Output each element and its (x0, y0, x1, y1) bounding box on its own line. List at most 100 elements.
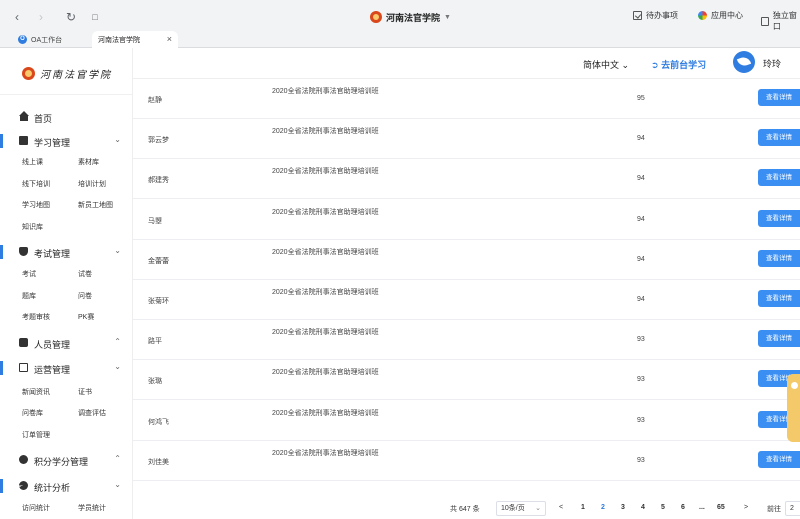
table-row: 金蕾蕾 2020全省法院刑事法官助理培训班 94 查看详情 (133, 240, 800, 280)
page-size-select[interactable]: 10条/页 ⌄ (496, 501, 546, 516)
student-name: 何鸿飞 (148, 418, 169, 426)
page-number[interactable]: 5 (661, 504, 665, 511)
page-number[interactable]: 4 (641, 504, 645, 511)
tab-label: 河南法官学院 (98, 36, 140, 44)
view-details-button[interactable]: 查看详情 (758, 169, 800, 187)
prev-page-button[interactable]: < (559, 504, 563, 511)
table-row: 路平 2020全省法院刑事法官助理培训班 93 查看详情 (133, 320, 800, 361)
score: 94 (637, 175, 645, 183)
page-number[interactable]: 6 (681, 504, 685, 511)
chevron-up-icon: ⌃ (114, 454, 121, 463)
class-name: 2020全省法院刑事法官助理培训班 (272, 449, 379, 457)
sidebar-group-exam[interactable]: 考试管理 ⌄ (0, 243, 133, 261)
site-title[interactable]: 河南法官学院 ▼ (370, 9, 451, 25)
view-details-button[interactable]: 查看详情 (758, 330, 800, 348)
next-page-button[interactable]: > (744, 504, 748, 511)
sidebar-group-label: 考试管理 (34, 249, 71, 259)
student-name: 赵静 (148, 97, 162, 104)
page-number[interactable]: 65 (717, 504, 725, 511)
sidebar-item-student-stats[interactable]: 学员统计 (78, 503, 106, 513)
class-name: 2020全省法院刑事法官助理培训班 (272, 168, 379, 176)
todo-button[interactable]: 待办事项 (633, 10, 678, 21)
active-indicator (0, 479, 3, 493)
sidebar-item-learning-map[interactable]: 学习地图 (22, 200, 50, 210)
sidebar-item-training-plan[interactable]: 培训计划 (78, 179, 106, 189)
chevron-down-icon: ⌄ (535, 505, 541, 512)
tab-label: OA工作台 (31, 36, 63, 44)
view-details-button[interactable]: 查看详情 (758, 290, 800, 307)
sidebar-item-news[interactable]: 新闻资讯 (22, 387, 50, 397)
chevron-up-icon: ⌃ (114, 337, 121, 346)
floating-service-tab[interactable] (787, 374, 800, 442)
chevron-down-icon: ⌄ (621, 60, 630, 70)
sidebar-group-people[interactable]: 人员管理 ⌃ (0, 334, 133, 352)
tab-court-academy[interactable]: 河南法官学院 × (92, 31, 178, 48)
page-number[interactable]: 1 (581, 504, 585, 511)
tab-strip: O OA工作台 河南法官学院 × (0, 31, 800, 48)
avatar[interactable] (733, 51, 755, 73)
sidebar-group-stats[interactable]: 统计分析 ⌄ (0, 477, 133, 495)
goto-front-button[interactable]: ➲ 去前台学习 (651, 58, 706, 71)
sidebar-group-operation[interactable]: 运营管理 ⌄ (0, 359, 133, 377)
sidebar-item-certificate[interactable]: 证书 (78, 387, 92, 397)
site-title-text: 河南法官学院 (386, 12, 441, 23)
oa-icon: O (18, 35, 27, 44)
username[interactable]: 玲玲 (763, 57, 781, 70)
sidebar-group-points[interactable]: 积分学分管理 ⌃ (0, 451, 133, 469)
score: 93 (637, 416, 645, 424)
sidebar-item-knowledge-base[interactable]: 知识库 (22, 222, 43, 232)
fullscreen-icon[interactable]: □ (88, 10, 102, 24)
class-name: 2020全省法院刑事法官助理培训班 (272, 289, 379, 296)
reload-icon[interactable]: ↻ (64, 10, 78, 24)
view-details-button[interactable]: 查看详情 (758, 129, 800, 147)
goto-page-input[interactable]: 2 (785, 501, 800, 516)
active-indicator (0, 245, 3, 259)
view-details-button[interactable]: 查看详情 (758, 209, 800, 227)
todo-icon (633, 11, 642, 20)
more-pages-icon[interactable]: ... (699, 504, 705, 511)
active-indicator (0, 134, 3, 148)
caret-down-icon: ▼ (444, 13, 451, 21)
back-icon[interactable]: ‹ (10, 10, 24, 24)
sidebar-item-question-bank[interactable]: 题库 (22, 291, 36, 301)
goto-front-label: 去前台学习 (661, 60, 707, 70)
sidebar-item-home[interactable]: 首页 (0, 108, 133, 126)
close-icon[interactable]: × (167, 34, 172, 44)
language-select[interactable]: 简体中文 ⌄ (583, 58, 629, 71)
sidebar-item-questionnaire-lib[interactable]: 问卷库 (22, 408, 43, 418)
sidebar-item-question-review[interactable]: 考题审核 (22, 312, 50, 322)
view-details-button[interactable]: 查看详情 (758, 89, 800, 106)
sidebar-item-material-lib[interactable]: 素材库 (78, 157, 99, 167)
class-name: 2020全省法院刑事法官助理培训班 (272, 208, 379, 216)
sidebar-item-newbie-map[interactable]: 新员工地图 (78, 200, 113, 210)
class-name: 2020全省法院刑事法官助理培训班 (272, 409, 379, 417)
window-button[interactable]: 独立窗口 (761, 10, 800, 32)
sidebar-item-online-course[interactable]: 线上课 (22, 157, 43, 167)
sidebar-item-offline-training[interactable]: 线下培训 (22, 179, 50, 189)
sidebar-item-survey[interactable]: 调查评估 (78, 408, 106, 418)
page-number[interactable]: 2 (601, 504, 605, 511)
score: 93 (637, 456, 645, 464)
sidebar-item-questionnaire[interactable]: 问卷 (78, 291, 92, 301)
divider (0, 94, 133, 95)
forward-icon[interactable]: › (34, 10, 48, 24)
score: 94 (637, 135, 645, 143)
sidebar-item-exam[interactable]: 考试 (22, 269, 36, 279)
sidebar-item-pk[interactable]: PK赛 (78, 312, 94, 322)
view-details-button[interactable]: 查看详情 (758, 249, 800, 267)
sidebar-item-paper[interactable]: 试卷 (78, 269, 92, 279)
sidebar-group-learning[interactable]: 学习管理 ⌄ (0, 132, 133, 150)
brand[interactable]: 河南法官学院 (22, 66, 112, 81)
sidebar-item-visit-stats[interactable]: 访问统计 (22, 503, 50, 513)
sidebar-group-label: 积分学分管理 (34, 457, 89, 467)
sidebar-item-orders[interactable]: 订单管理 (22, 430, 50, 440)
tab-oa[interactable]: O OA工作台 (12, 31, 87, 48)
class-name: 2020全省法院刑事法官助理培训班 (272, 88, 379, 95)
app-center-button[interactable]: 应用中心 (698, 10, 743, 21)
score: 93 (637, 376, 645, 384)
table-row: 郝建秀 2020全省法院刑事法官助理培训班 94 查看详情 (133, 159, 800, 200)
view-details-button[interactable]: 查看详情 (758, 450, 800, 468)
window-icon (761, 16, 769, 26)
shield-icon (19, 247, 28, 256)
page-number[interactable]: 3 (621, 504, 625, 511)
